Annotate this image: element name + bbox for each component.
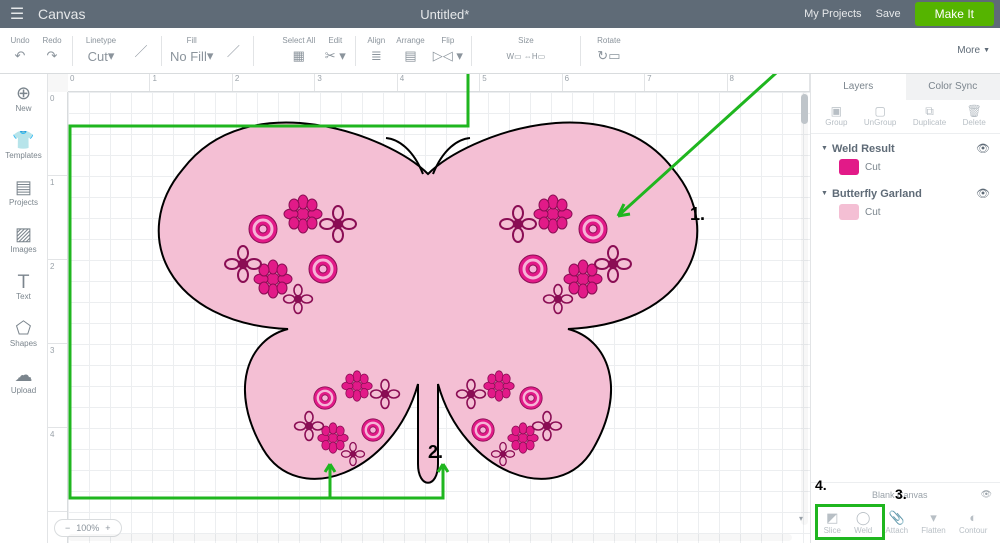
duplicate-button[interactable]: ⧉Duplicate — [913, 104, 946, 127]
menu-icon[interactable]: ☰ — [0, 4, 34, 24]
left-toolbar: ⊕New 👕Templates ▤Projects ▨Images ＴText … — [0, 74, 48, 543]
annotation-box-slice-weld — [815, 504, 885, 540]
templates-tool[interactable]: 👕Templates — [2, 121, 46, 168]
visibility-icon[interactable]: 👁 — [976, 142, 990, 155]
layer-item[interactable]: ▼ Weld Result 👁 Cut — [819, 138, 992, 183]
align-dropdown[interactable]: Align≣ — [360, 36, 392, 65]
shapes-tool[interactable]: ⬠Shapes — [2, 309, 46, 356]
canvas-area[interactable]: 012 345 678 012 34 — [48, 74, 810, 543]
canvas-scrollbar-vertical[interactable]: ▾ — [801, 92, 808, 525]
ruler-vertical: 012 34 — [48, 92, 68, 543]
layer-thumb-icon — [839, 204, 859, 220]
more-dropdown[interactable]: More▼ — [957, 45, 990, 56]
make-it-button[interactable]: Make It — [915, 2, 994, 26]
canvas-scrollbar-horizontal[interactable] — [68, 534, 792, 541]
butterfly-art[interactable] — [128, 114, 728, 494]
annotation-3: 3. — [895, 486, 907, 502]
document-title[interactable]: Untitled* — [85, 7, 804, 22]
line-color-swatch[interactable]: ／ — [125, 42, 157, 60]
ruler-horizontal: 012 345 678 — [68, 74, 810, 92]
zoom-in-icon[interactable]: + — [105, 523, 110, 533]
app-title: Canvas — [38, 6, 85, 22]
fill-dropdown[interactable]: FillNo Fill ▾ — [166, 36, 217, 65]
flip-dropdown[interactable]: Flip▷◁ ▾ — [429, 36, 467, 65]
layer-name: Butterfly Garland — [832, 188, 922, 200]
layer-thumb-icon — [839, 159, 859, 175]
projects-tool[interactable]: ▤Projects — [2, 168, 46, 215]
arrange-dropdown[interactable]: Arrange▤ — [392, 36, 428, 65]
layer-list: ▼ Weld Result 👁 Cut ▼ Butterfly Garland … — [811, 134, 1000, 482]
sublayer-label: Cut — [865, 162, 881, 173]
sublayer-label: Cut — [865, 207, 881, 218]
collapse-icon[interactable]: ▼ — [821, 190, 828, 197]
undo-button[interactable]: Undo↶ — [4, 36, 36, 65]
visibility-icon[interactable]: 👁 — [976, 187, 990, 200]
edit-toolbar: Undo↶ Redo↷ LinetypeCut ▾ ／ FillNo Fill … — [0, 28, 1000, 74]
zoom-out-icon[interactable]: − — [65, 523, 70, 533]
size-controls[interactable]: SizeW▭ ⇔ H▭ — [476, 36, 576, 65]
layer-name: Weld Result — [832, 143, 895, 155]
app-top-bar: ☰ Canvas Untitled* My Projects Save Make… — [0, 0, 1000, 28]
attach-button[interactable]: 📎Attach — [885, 510, 908, 535]
rotate-control[interactable]: Rotate↻▭ — [585, 36, 633, 65]
linetype-dropdown[interactable]: LinetypeCut ▾ — [77, 36, 125, 65]
tab-layers[interactable]: Layers — [811, 74, 906, 100]
redo-button[interactable]: Redo↷ — [36, 36, 68, 65]
my-projects-link[interactable]: My Projects — [804, 8, 861, 20]
edit-dropdown[interactable]: Edit✂ ▾ — [319, 36, 351, 65]
tab-colorsync[interactable]: Color Sync — [906, 74, 1000, 100]
zoom-value: 100% — [76, 523, 99, 533]
contour-button[interactable]: ◐Contour — [959, 510, 987, 535]
layers-panel: Layers Color Sync ▣Group ▢UnGroup ⧉Dupli… — [810, 74, 1000, 543]
upload-tool[interactable]: ☁Upload — [2, 356, 46, 403]
group-button[interactable]: ▣Group — [825, 104, 847, 127]
images-tool[interactable]: ▨Images — [2, 215, 46, 262]
delete-button[interactable]: 🗑Delete — [963, 104, 986, 127]
visibility-off-icon[interactable]: 👁 — [981, 489, 992, 500]
ungroup-button[interactable]: ▢UnGroup — [864, 104, 896, 127]
new-tool[interactable]: ⊕New — [2, 74, 46, 121]
flatten-button[interactable]: ▾Flatten — [921, 510, 945, 535]
fill-color-swatch[interactable]: ／ — [217, 42, 249, 60]
collapse-icon[interactable]: ▼ — [821, 145, 828, 152]
select-all-button[interactable]: Select All▦ — [278, 36, 319, 65]
save-button[interactable]: Save — [876, 8, 901, 20]
text-tool[interactable]: ＴText — [2, 262, 46, 309]
layer-item[interactable]: ▼ Butterfly Garland 👁 Cut — [819, 183, 992, 228]
annotation-4: 4. — [815, 477, 827, 493]
